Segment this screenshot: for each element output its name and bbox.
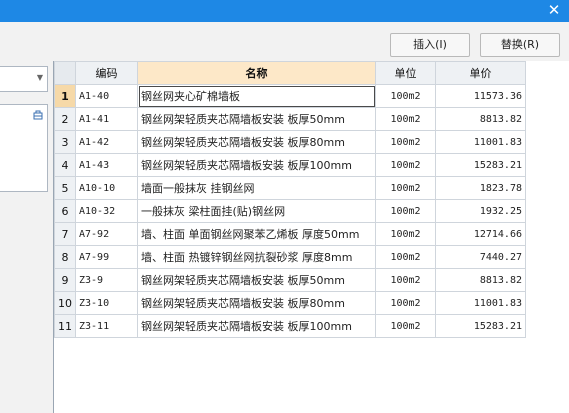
table-row[interactable]: 3 A1-42 钢丝网架轻质夹芯隔墙板安装 板厚80mm 100m2 11001…: [54, 130, 526, 154]
row-number[interactable]: 1: [54, 84, 76, 108]
chevron-down-icon: ▼: [36, 73, 43, 82]
unit-cell[interactable]: 100m2: [375, 130, 436, 154]
code-cell[interactable]: A10-32: [75, 199, 138, 223]
code-cell[interactable]: A1-40: [75, 84, 138, 108]
table-row[interactable]: 7 A7-92 墙、柱面 单面钢丝网聚苯乙烯板 厚度50mm 100m2 127…: [54, 222, 526, 246]
row-number[interactable]: 10: [54, 291, 76, 315]
name-cell[interactable]: 墙、柱面 热镀锌钢丝网抗裂砂浆 厚度8mm: [137, 245, 376, 269]
table-row[interactable]: 1 A1-40 钢丝网夹心矿棉墙板 100m2 11573.36: [54, 84, 526, 108]
name-cell[interactable]: 墙面一般抹灰 挂钢丝网: [137, 176, 376, 200]
row-number[interactable]: 6: [54, 199, 76, 223]
row-number[interactable]: 9: [54, 268, 76, 292]
close-icon[interactable]: ✕: [545, 1, 563, 19]
unit-cell[interactable]: 100m2: [375, 176, 436, 200]
table-row[interactable]: 9 Z3-9 钢丝网架轻质夹芯隔墙板安装 板厚50mm 100m2 8813.8…: [54, 268, 526, 292]
insert-button[interactable]: 插入(I): [390, 33, 470, 57]
name-cell[interactable]: 钢丝网架轻质夹芯隔墙板安装 板厚80mm: [137, 291, 376, 315]
row-number[interactable]: 7: [54, 222, 76, 246]
table-row[interactable]: 2 A1-41 钢丝网架轻质夹芯隔墙板安装 板厚50mm 100m2 8813.…: [54, 107, 526, 131]
name-cell[interactable]: 一般抹灰 梁柱面挂(贴)钢丝网: [137, 199, 376, 223]
code-cell[interactable]: Z3-11: [75, 314, 138, 338]
code-cell[interactable]: Z3-9: [75, 268, 138, 292]
row-number[interactable]: 5: [54, 176, 76, 200]
replace-button[interactable]: 替换(R): [480, 33, 560, 57]
name-cell[interactable]: 钢丝网架轻质夹芯隔墙板安装 板厚100mm: [137, 314, 376, 338]
code-cell[interactable]: A7-99: [75, 245, 138, 269]
table-row[interactable]: 11 Z3-11 钢丝网架轻质夹芯隔墙板安装 板厚100mm 100m2 152…: [54, 314, 526, 338]
name-cell[interactable]: 钢丝网架轻质夹芯隔墙板安装 板厚50mm: [137, 268, 376, 292]
unit-cell[interactable]: 100m2: [375, 199, 436, 223]
unit-cell[interactable]: 100m2: [375, 107, 436, 131]
corner-cell[interactable]: [54, 61, 76, 85]
code-cell[interactable]: Z3-10: [75, 291, 138, 315]
category-dropdown[interactable]: ▼: [0, 66, 48, 92]
row-number[interactable]: 4: [54, 153, 76, 177]
row-number[interactable]: 2: [54, 107, 76, 131]
header-unit[interactable]: 单位: [375, 61, 436, 85]
header-code[interactable]: 编码: [75, 61, 138, 85]
price-cell[interactable]: 8813.82: [435, 268, 526, 292]
price-cell[interactable]: 15283.21: [435, 314, 526, 338]
code-cell[interactable]: A7-92: [75, 222, 138, 246]
table-row[interactable]: 10 Z3-10 钢丝网架轻质夹芯隔墙板安装 板厚80mm 100m2 1100…: [54, 291, 526, 315]
price-cell[interactable]: 15283.21: [435, 153, 526, 177]
code-cell[interactable]: A1-41: [75, 107, 138, 131]
price-cell[interactable]: 7440.27: [435, 245, 526, 269]
name-cell[interactable]: 钢丝网架轻质夹芯隔墙板安装 板厚80mm: [137, 130, 376, 154]
unit-cell[interactable]: 100m2: [375, 268, 436, 292]
unit-cell[interactable]: 100m2: [375, 245, 436, 269]
unit-cell[interactable]: 100m2: [375, 222, 436, 246]
row-number[interactable]: 8: [54, 245, 76, 269]
quota-table: 编码 名称 单位 单价 1 A1-40 钢丝网夹心矿棉墙板 100m2 1157…: [53, 61, 569, 413]
library-tree-panel[interactable]: [0, 127, 48, 192]
name-cell[interactable]: 钢丝网架轻质夹芯隔墙板安装 板厚100mm: [137, 153, 376, 177]
unit-cell[interactable]: 100m2: [375, 153, 436, 177]
name-cell[interactable]: 钢丝网架轻质夹芯隔墙板安装 板厚50mm: [137, 107, 376, 131]
row-number[interactable]: 11: [54, 314, 76, 338]
row-number[interactable]: 3: [54, 130, 76, 154]
code-cell[interactable]: A10-10: [75, 176, 138, 200]
unit-cell[interactable]: 100m2: [375, 291, 436, 315]
name-cell[interactable]: 墙、柱面 单面钢丝网聚苯乙烯板 厚度50mm: [137, 222, 376, 246]
table-row[interactable]: 8 A7-99 墙、柱面 热镀锌钢丝网抗裂砂浆 厚度8mm 100m2 7440…: [54, 245, 526, 269]
table-row[interactable]: 4 A1-43 钢丝网架轻质夹芯隔墙板安装 板厚100mm 100m2 1528…: [54, 153, 526, 177]
code-cell[interactable]: A1-43: [75, 153, 138, 177]
code-cell[interactable]: A1-42: [75, 130, 138, 154]
package-icon: [33, 110, 43, 120]
name-cell[interactable]: 钢丝网夹心矿棉墙板: [137, 84, 376, 108]
title-bar: ✕: [0, 0, 569, 22]
unit-cell[interactable]: 100m2: [375, 84, 436, 108]
price-cell[interactable]: 1932.25: [435, 199, 526, 223]
table-row[interactable]: 5 A10-10 墙面一般抹灰 挂钢丝网 100m2 1823.78: [54, 176, 526, 200]
table-header-row: 编码 名称 单位 单价: [54, 61, 526, 85]
unit-cell[interactable]: 100m2: [375, 314, 436, 338]
price-cell[interactable]: 11001.83: [435, 130, 526, 154]
price-cell[interactable]: 1823.78: [435, 176, 526, 200]
table-row[interactable]: 6 A10-32 一般抹灰 梁柱面挂(贴)钢丝网 100m2 1932.25: [54, 199, 526, 223]
price-cell[interactable]: 11573.36: [435, 84, 526, 108]
price-cell[interactable]: 12714.66: [435, 222, 526, 246]
header-price[interactable]: 单价: [435, 61, 526, 85]
header-name[interactable]: 名称: [137, 61, 376, 85]
price-cell[interactable]: 11001.83: [435, 291, 526, 315]
price-cell[interactable]: 8813.82: [435, 107, 526, 131]
